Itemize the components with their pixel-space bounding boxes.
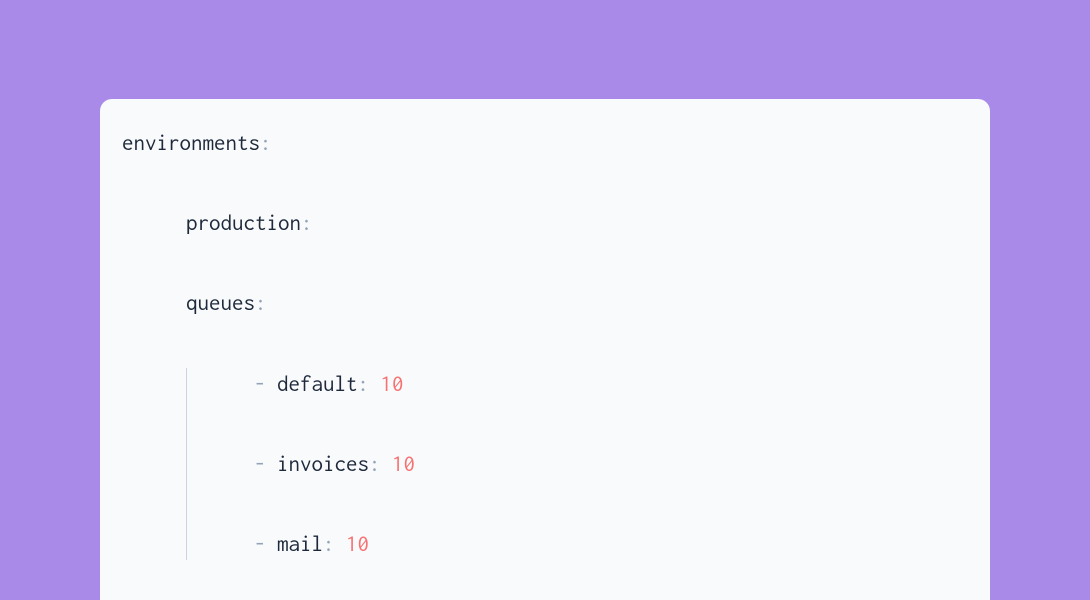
queue-value: 10 — [346, 532, 369, 556]
dash-icon: - — [254, 372, 277, 396]
code-line-environments: environments: — [122, 127, 968, 159]
list-item: - mail: 10 — [254, 528, 968, 560]
dash-icon: - — [254, 452, 277, 476]
code-block: environments: production: queues: - defa… — [100, 99, 990, 600]
key-environments: environments — [122, 131, 260, 155]
colon-icon: : — [255, 291, 267, 315]
indent-guide — [186, 368, 187, 561]
queue-name: mail — [277, 532, 323, 556]
list-item: - default: 10 — [254, 368, 968, 400]
colon-icon: : — [260, 131, 272, 155]
colon-icon: : — [358, 372, 370, 396]
queues-list: - default: 10 - invoices: 10 - mail: 10 — [186, 368, 968, 561]
code-line-queues: queues: — [122, 287, 968, 319]
queue-name: default — [277, 372, 358, 396]
queue-name: invoices — [277, 452, 369, 476]
colon-icon: : — [301, 211, 313, 235]
queue-value: 10 — [381, 372, 404, 396]
queue-value: 10 — [392, 452, 415, 476]
colon-icon: : — [369, 452, 381, 476]
colon-icon: : — [323, 532, 335, 556]
key-production: production — [186, 211, 301, 235]
list-item: - invoices: 10 — [254, 448, 968, 480]
dash-icon: - — [254, 532, 277, 556]
key-queues: queues — [186, 291, 255, 315]
code-line-production: production: — [122, 207, 968, 239]
